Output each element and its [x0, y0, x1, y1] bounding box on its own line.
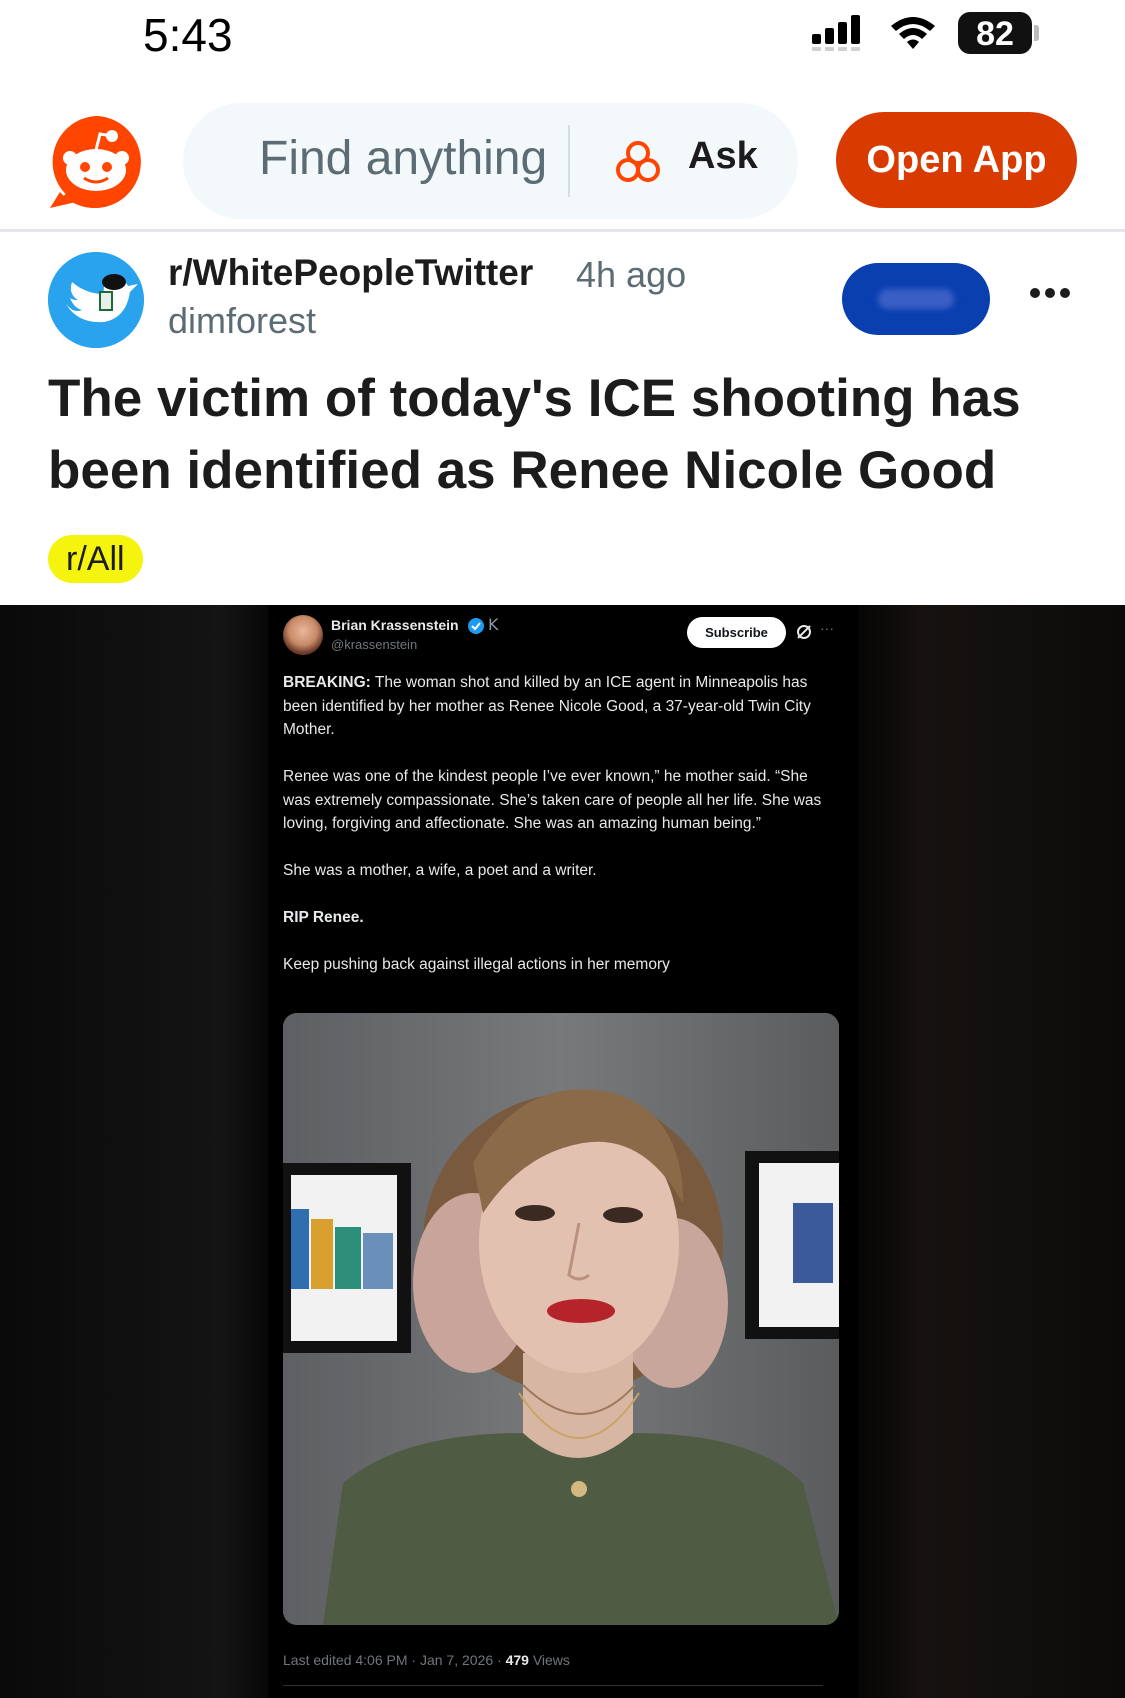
- twitter-bird-icon: [48, 252, 144, 348]
- tweet-more-icon: ···: [820, 620, 834, 636]
- tweet-view-count: 479: [505, 1652, 529, 1668]
- open-app-button[interactable]: Open App: [836, 112, 1077, 208]
- verified-badge-icon: [468, 618, 484, 634]
- tweet-views-label: Views: [528, 1652, 570, 1668]
- tweet-edited-time: Last edited 4:06 PM · Jan 7, 2026 ·: [283, 1652, 506, 1668]
- post-time: 4h ago: [576, 254, 687, 295]
- tweet-paragraph-5: Keep pushing back against illegal action…: [283, 956, 670, 973]
- wifi-icon: [891, 17, 935, 49]
- tweet-author-name: Brian Krassenstein: [331, 617, 459, 633]
- search-input[interactable]: Find anything Ask: [183, 103, 798, 219]
- tweet-action-bar: [283, 1685, 823, 1698]
- more-options-icon[interactable]: [1028, 286, 1072, 300]
- ask-button[interactable]: Ask: [688, 135, 758, 178]
- battery-cap: [1034, 25, 1039, 41]
- tweet-author-handle: @krassenstein: [331, 637, 418, 652]
- tweet-subscribe-button: Subscribe: [687, 617, 786, 648]
- status-time: 5:43: [143, 9, 233, 61]
- reddit-answers-icon: [616, 141, 660, 182]
- battery-indicator: 82: [958, 12, 1040, 54]
- tweet-photo: [283, 1013, 839, 1625]
- reddit-post-page: 5:43 82 Find anything Ask Open App r/Whi…: [0, 0, 1125, 1698]
- tweet-metadata: Last edited 4:06 PM · Jan 7, 2026 · 479 …: [283, 1652, 570, 1668]
- affiliate-badge-icon: K: [488, 615, 499, 634]
- tweet-paragraph-4: RIP Renee.: [283, 909, 364, 926]
- battery-level: 82: [976, 15, 1014, 53]
- top-navigation-bar: Find anything Ask Open App: [0, 100, 1125, 232]
- tweet-author-avatar: [283, 615, 323, 655]
- grok-icon: [797, 625, 811, 639]
- tweet-paragraph-3: She was a mother, a wife, a poet and a w…: [283, 862, 597, 879]
- tweet-breaking-label: BREAKING:: [283, 674, 371, 691]
- tweet-screenshot: Brian Krassenstein K @krassenstein Subsc…: [268, 605, 858, 1698]
- subreddit-avatar[interactable]: [48, 252, 144, 348]
- post-title[interactable]: The victim of today's ICE shooting has b…: [48, 363, 1088, 507]
- tweet-text: BREAKING: The woman shot and killed by a…: [283, 671, 823, 1000]
- cellular-signal-icon: [812, 15, 860, 51]
- subreddit-name[interactable]: r/WhitePeopleTwitter: [168, 252, 533, 294]
- search-divider: [568, 125, 570, 197]
- search-placeholder: Find anything: [259, 132, 548, 185]
- status-bar: 5:43 82: [0, 0, 1125, 72]
- tweet-paragraph-2: Renee was one of the kindest people I’ve…: [283, 768, 822, 832]
- portrait-photo: [283, 1013, 839, 1625]
- reddit-logo-icon[interactable]: [46, 112, 146, 212]
- post-image[interactable]: Brian Krassenstein K @krassenstein Subsc…: [0, 605, 1125, 1698]
- join-label-blurred: [878, 289, 954, 309]
- author-username[interactable]: dimforest: [168, 300, 316, 342]
- join-button[interactable]: [842, 263, 990, 335]
- post-flair[interactable]: r/All: [48, 535, 143, 583]
